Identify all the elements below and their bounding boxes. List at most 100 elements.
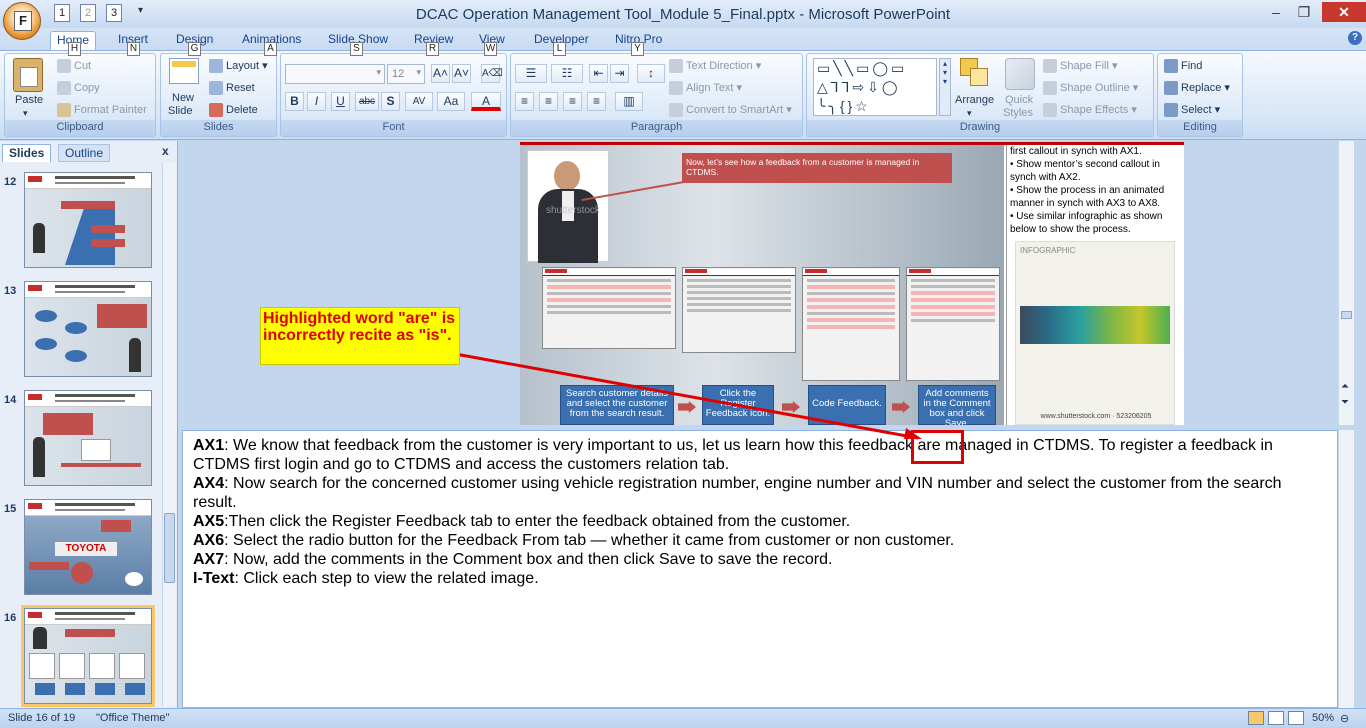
find-button[interactable]: Find	[1181, 60, 1202, 72]
shape-outline-button[interactable]: Shape Outline	[1060, 82, 1130, 94]
minimize-button[interactable]: –	[1262, 2, 1290, 22]
scroll-thumb[interactable]	[164, 513, 175, 583]
strikethrough-button[interactable]: abc	[355, 92, 379, 111]
increase-indent-icon[interactable]: ⇥	[610, 64, 629, 83]
qat-save-icon[interactable]: 1	[54, 4, 70, 22]
qat-undo-icon[interactable]: 2	[80, 4, 96, 22]
cut-icon	[57, 59, 71, 73]
slide-thumbnail-14[interactable]	[24, 390, 152, 486]
qat-customize-icon[interactable]: ▾	[138, 5, 143, 16]
help-icon[interactable]: ?	[1348, 31, 1362, 45]
scroll-thumb[interactable]	[1341, 311, 1352, 319]
shadow-button[interactable]: S	[381, 92, 400, 111]
note-tag: AX7	[193, 551, 225, 568]
paste-dropdown-icon[interactable]: ▾	[23, 108, 28, 119]
line-spacing-icon[interactable]: ↕	[637, 64, 665, 83]
slideshow-icon[interactable]	[1288, 711, 1304, 725]
character-spacing-button[interactable]: AV	[405, 92, 433, 111]
shape-fill-icon	[1043, 59, 1057, 74]
panel-tab-slides[interactable]: Slides	[2, 144, 52, 162]
align-right-icon[interactable]: ≡	[563, 92, 582, 111]
zoom-level[interactable]: 50%	[1312, 712, 1334, 724]
numbering-icon[interactable]: ☷	[551, 64, 583, 83]
new-slide-button[interactable]: New	[172, 92, 194, 104]
normal-view-icon[interactable]	[1248, 711, 1264, 725]
decrease-indent-icon[interactable]: ⇤	[589, 64, 608, 83]
slide-thumbnail-13[interactable]	[24, 281, 152, 377]
layout-button[interactable]: Layout	[226, 60, 259, 72]
close-button[interactable]: ✕	[1322, 2, 1366, 22]
bold-button[interactable]: B	[285, 92, 304, 111]
new-slide-button-line2[interactable]: Slide	[168, 105, 192, 117]
shapes-more-icon[interactable]: ▴ ▾ ▾	[939, 58, 951, 116]
mentor-photo: shutterstock	[527, 150, 609, 263]
slide-thumbnail-15[interactable]: TOYOTA	[24, 499, 152, 595]
previous-slide-icon[interactable]: ⏶	[1341, 381, 1349, 392]
align-left-icon[interactable]: ≡	[515, 92, 534, 111]
replace-button[interactable]: Replace	[1181, 82, 1221, 94]
shrink-font-button[interactable]: A˅	[452, 64, 471, 83]
group-slides: New Slide Layout ▾ Reset Delete Slides	[160, 53, 277, 137]
group-label: Clipboard	[5, 120, 155, 136]
clear-formatting-icon[interactable]: A⌫	[481, 64, 503, 83]
qat-redo-icon[interactable]: 3	[106, 4, 122, 22]
quick-styles-button[interactable]: Quick	[1005, 94, 1033, 106]
align-center-icon[interactable]: ≡	[539, 92, 558, 111]
title-bar: DCAC Operation Management Tool_Module 5_…	[0, 0, 1366, 28]
slide-sorter-icon[interactable]	[1268, 711, 1284, 725]
restore-button[interactable]: ❐	[1290, 2, 1318, 22]
panel-close-button[interactable]: x	[162, 144, 169, 158]
delete-button[interactable]: Delete	[226, 104, 258, 116]
slides-panel-scrollbar[interactable]	[162, 163, 176, 706]
next-slide-icon[interactable]: ⏷	[1341, 397, 1349, 408]
shape-effects-button[interactable]: Shape Effects	[1060, 104, 1128, 116]
quick-styles-button-line2[interactable]: Styles	[1003, 107, 1033, 119]
arrange-dropdown-icon[interactable]: ▾	[967, 108, 972, 119]
infographic-label: INFOGRAPHIC	[1020, 246, 1076, 255]
copy-button[interactable]: Copy	[74, 82, 100, 94]
group-label: Slides	[161, 120, 276, 136]
grow-font-button[interactable]: A˄	[431, 64, 450, 83]
align-text-button[interactable]: Align Text	[686, 82, 734, 94]
smartart-icon	[669, 103, 683, 118]
note-text: : Select the radio button for the Feedba…	[224, 532, 955, 549]
font-size-combobox[interactable]: 12 ▾	[387, 64, 425, 84]
note-tag: AX6	[193, 532, 225, 549]
format-painter-button[interactable]: Format Painter	[74, 104, 147, 116]
slide-thumbnail-12[interactable]	[24, 172, 152, 268]
note-line: AX7: Now, add the comments in the Commen…	[193, 550, 1327, 569]
slide-thumbnail-16[interactable]	[21, 605, 155, 707]
notes-pane[interactable]: AX1: We know that feedback from the cust…	[182, 430, 1338, 708]
annotation-arrow	[449, 351, 922, 440]
change-case-button[interactable]: Aa	[437, 92, 465, 111]
italic-button[interactable]: I	[307, 92, 326, 111]
mentor-callout: Now, let’s see how a feedback from a cus…	[682, 153, 952, 183]
office-button[interactable]: F	[3, 2, 41, 40]
key-tip: N	[127, 42, 140, 56]
panel-tab-outline[interactable]: Outline	[58, 144, 111, 162]
key-tip: Y	[631, 42, 644, 56]
justify-icon[interactable]: ≡	[587, 92, 606, 111]
shape-fill-button[interactable]: Shape Fill	[1060, 60, 1109, 72]
arrange-button[interactable]: Arrange	[955, 94, 994, 106]
text-direction-button[interactable]: Text Direction	[686, 60, 753, 72]
zoom-out-icon[interactable]: ⊖	[1340, 712, 1349, 725]
shapes-gallery[interactable]: ▭╲╲▭◯▭ △⅂⅂⇨⇩◯ ╰╮{}☆	[813, 58, 937, 116]
underline-button[interactable]: U	[331, 92, 350, 111]
key-tip: H	[68, 42, 81, 56]
thumbnail-number: 13	[4, 285, 17, 297]
select-button[interactable]: Select	[1181, 104, 1212, 116]
font-color-button[interactable]: A	[471, 92, 501, 111]
group-label: Paragraph	[511, 120, 802, 136]
columns-icon[interactable]: ▥	[615, 92, 643, 111]
reset-button[interactable]: Reset	[226, 82, 255, 94]
review-annotation: Highlighted word "are" is incorrectly re…	[260, 307, 460, 365]
font-name-combobox[interactable]: ▾	[285, 64, 385, 84]
convert-smartart-button[interactable]: Convert to SmartArt	[686, 104, 783, 116]
note-line: I-Text: Click each step to view the rela…	[193, 569, 1327, 588]
bullets-icon[interactable]: ☰	[515, 64, 547, 83]
notes-scrollbar[interactable]	[1338, 430, 1354, 708]
cut-button[interactable]: Cut	[74, 60, 91, 72]
paste-button[interactable]: Paste	[15, 94, 43, 106]
slide-scrollbar[interactable]: ⏶ ⏷	[1338, 141, 1354, 425]
